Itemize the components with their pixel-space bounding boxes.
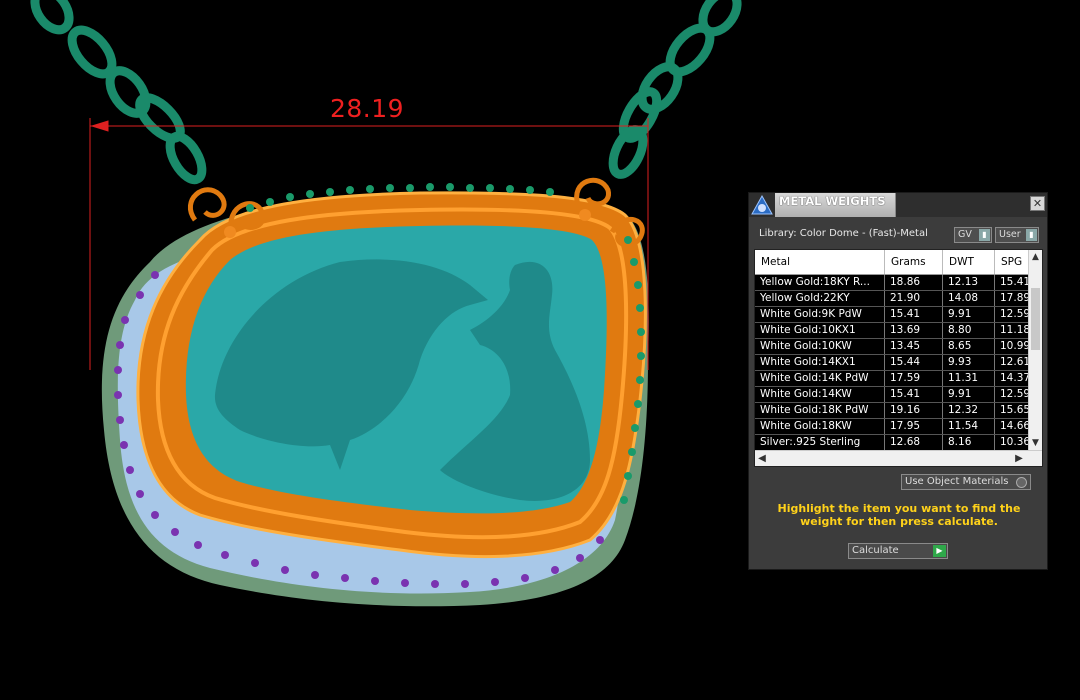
grams-cell: 13.69 — [884, 322, 943, 339]
library-label: Library: Color Dome - (Fast)-Metal — [759, 228, 928, 239]
column-header-grams[interactable]: Grams — [884, 250, 943, 275]
column-header-metal[interactable]: Metal — [755, 250, 885, 275]
metal-cell: White Gold:14KW — [755, 386, 885, 403]
table-row[interactable]: White Gold:14K PdW 17.59 11.31 14.37 — [755, 370, 1036, 387]
dwt-cell: 9.93 — [942, 354, 995, 371]
metal-weights-panel: METAL WEIGHTS ✕ Library: Color Dome - (F… — [748, 192, 1048, 570]
calculate-button[interactable]: Calculate ▶ — [848, 543, 948, 559]
metal-cell: White Gold:14K PdW — [755, 370, 885, 387]
grams-cell: 17.59 — [884, 370, 943, 387]
table-row[interactable]: Silver:.925 Sterling 12.68 8.16 10.36 — [755, 434, 1036, 451]
grams-cell: 15.41 — [884, 386, 943, 403]
metal-cell: White Gold:18KW — [755, 418, 885, 435]
dropdown-arrow-icon: ▮ — [1026, 229, 1037, 241]
grams-cell: 15.41 — [884, 306, 943, 323]
dimension-value: 28.19 — [330, 94, 405, 123]
metal-cell: White Gold:18K PdW — [755, 402, 885, 419]
calculate-label: Calculate — [852, 545, 899, 556]
vertical-scrollbar[interactable]: ▲ ▼ — [1028, 250, 1042, 450]
table-row[interactable]: White Gold:18KW 17.95 11.54 14.66 — [755, 418, 1036, 435]
use-object-materials-button[interactable]: Use Object Materials — [901, 474, 1031, 490]
table-row[interactable]: Yellow Gold:22KY 21.90 14.08 17.89 — [755, 290, 1036, 307]
metal-cell: White Gold:9K PdW — [755, 306, 885, 323]
dwt-cell: 8.16 — [942, 434, 995, 451]
table-row[interactable]: White Gold:9K PdW 15.41 9.91 12.59 — [755, 306, 1036, 323]
scroll-down-icon[interactable]: ▼ — [1029, 436, 1042, 450]
metal-cell: White Gold:10KX1 — [755, 322, 885, 339]
column-header-dwt[interactable]: DWT — [942, 250, 995, 275]
dwt-cell: 12.13 — [942, 274, 995, 291]
dwt-cell: 11.54 — [942, 418, 995, 435]
metal-cell: Silver:.925 Sterling — [755, 434, 885, 451]
table-row[interactable]: White Gold:14KX1 15.44 9.93 12.61 — [755, 354, 1036, 371]
user-dropdown-value: User — [999, 229, 1021, 240]
dwt-cell: 9.91 — [942, 386, 995, 403]
gv-dropdown[interactable]: GV ▮ — [954, 227, 992, 243]
metal-cell: White Gold:10KW — [755, 338, 885, 355]
table-row[interactable]: White Gold:10KX1 13.69 8.80 11.18 — [755, 322, 1036, 339]
grams-cell: 13.45 — [884, 338, 943, 355]
metals-table[interactable]: Metal Grams DWT SPG Yellow Gold:18KY R..… — [754, 249, 1043, 467]
table-row[interactable]: White Gold:14KW 15.41 9.91 12.59 — [755, 386, 1036, 403]
grams-cell: 12.68 — [884, 434, 943, 451]
scroll-up-icon[interactable]: ▲ — [1029, 250, 1042, 264]
rhino-logo-icon — [751, 194, 773, 215]
dwt-cell: 9.91 — [942, 306, 995, 323]
scroll-right-icon[interactable]: ▶ — [1012, 451, 1026, 466]
table-row[interactable]: Yellow Gold:18KY R... 18.86 12.13 15.41 — [755, 274, 1036, 291]
metal-cell: White Gold:14KX1 — [755, 354, 885, 371]
chain-right — [608, 0, 742, 179]
grams-cell: 18.86 — [884, 274, 943, 291]
dwt-cell: 12.32 — [942, 402, 995, 419]
grams-cell: 21.90 — [884, 290, 943, 307]
panel-title-tab: METAL WEIGHTS — [775, 193, 896, 217]
grams-cell: 17.95 — [884, 418, 943, 435]
scroll-thumb[interactable] — [1031, 288, 1040, 350]
grams-cell: 19.16 — [884, 402, 943, 419]
panel-title: METAL WEIGHTS — [779, 194, 886, 208]
user-dropdown[interactable]: User ▮ — [995, 227, 1039, 243]
grams-cell: 15.44 — [884, 354, 943, 371]
horizontal-scrollbar[interactable]: ◀ ▶ — [755, 450, 1042, 466]
panel-titlebar[interactable]: METAL WEIGHTS ✕ — [749, 193, 1047, 217]
table-row[interactable]: White Gold:18K PdW 19.16 12.32 15.65 — [755, 402, 1036, 419]
gv-dropdown-value: GV — [958, 229, 972, 240]
dwt-cell: 8.80 — [942, 322, 995, 339]
dwt-cell: 11.31 — [942, 370, 995, 387]
dropdown-arrow-icon: ▮ — [979, 229, 990, 241]
dwt-cell: 8.65 — [942, 338, 995, 355]
close-button[interactable]: ✕ — [1030, 196, 1045, 211]
radio-icon — [1016, 477, 1027, 488]
metal-cell: Yellow Gold:22KY — [755, 290, 885, 307]
table-row[interactable]: White Gold:10KW 13.45 8.65 10.99 — [755, 338, 1036, 355]
scroll-left-icon[interactable]: ◀ — [755, 451, 769, 466]
instruction-text: Highlight the item you want to find the … — [777, 502, 1021, 528]
dwt-cell: 14.08 — [942, 290, 995, 307]
chain-left — [30, 0, 207, 185]
metal-cell: Yellow Gold:18KY R... — [755, 274, 885, 291]
use-object-materials-label: Use Object Materials — [905, 476, 1009, 487]
play-icon: ▶ — [933, 545, 946, 557]
